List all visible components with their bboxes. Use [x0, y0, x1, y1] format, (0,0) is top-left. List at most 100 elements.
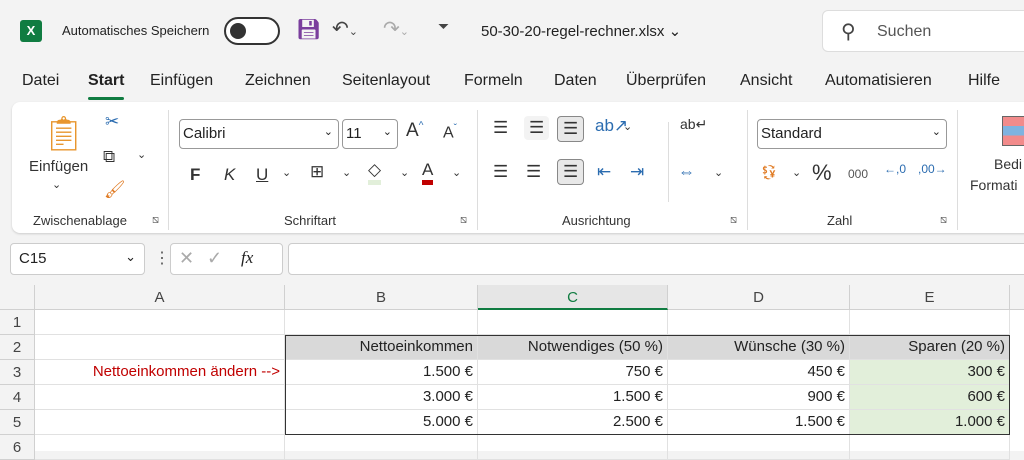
dialog-launcher-icon[interactable]: ⧅ [940, 214, 947, 227]
increase-font-icon[interactable]: A^ [406, 120, 423, 142]
align-bottom-icon[interactable]: ☰ [557, 116, 585, 142]
cell-b4[interactable]: 3.000 € [285, 385, 478, 410]
column-header-c[interactable]: C [478, 285, 668, 310]
enter-icon[interactable]: ✓ [207, 248, 222, 269]
row-header-6[interactable]: 6 [0, 435, 35, 460]
align-top-icon[interactable]: ☰ [493, 118, 508, 138]
paste-chevron-icon[interactable]: ⌄ [52, 178, 61, 191]
undo-icon[interactable]: ↶⌄ [332, 16, 358, 41]
cell-c4[interactable]: 1.500 € [478, 385, 668, 410]
customize-toolbar-icon[interactable]: ⏷ [438, 18, 449, 35]
tab-start[interactable]: Start [88, 72, 125, 100]
search-box[interactable]: ⚲ Suchen [822, 10, 1024, 52]
tab-seitenlayout[interactable]: Seitenlayout [342, 72, 430, 90]
tab-ueberpruefen[interactable]: Überprüfen [626, 72, 706, 90]
autosave-toggle[interactable] [224, 17, 280, 45]
tab-zeichnen[interactable]: Zeichnen [245, 72, 311, 90]
cell-a3[interactable]: Nettoeinkommen ändern --> [35, 360, 285, 385]
dialog-launcher-icon[interactable]: ⧅ [152, 214, 159, 227]
cell-b3[interactable]: 1.500 € [285, 360, 478, 385]
cell-a6[interactable] [35, 435, 285, 460]
borders-icon[interactable]: ⊞ [310, 162, 324, 182]
number-format-select[interactable]: Standard ⌄ [757, 119, 947, 149]
format-painter-icon[interactable]: 🖌︎ [104, 180, 126, 200]
tab-daten[interactable]: Daten [554, 72, 597, 90]
cell-d1[interactable] [668, 310, 850, 335]
fill-chevron-icon[interactable]: ⌄ [400, 166, 409, 179]
cell-a2[interactable] [35, 335, 285, 360]
tab-automatisieren[interactable]: Automatisieren [825, 72, 932, 90]
column-header-d[interactable]: D [668, 285, 850, 310]
conditional-formatting-label-2[interactable]: Formati [970, 177, 1017, 193]
cell-c1[interactable] [478, 310, 668, 335]
cell-e2[interactable]: Sparen (20 %) [850, 335, 1010, 360]
increase-indent-icon[interactable]: ⇥ [630, 162, 644, 182]
name-box[interactable]: C15 ⌄ [10, 243, 145, 275]
borders-chevron-icon[interactable]: ⌄ [342, 166, 351, 179]
redo-icon[interactable]: ↷⌄ [383, 16, 409, 41]
align-right-icon[interactable]: ☰ [557, 159, 585, 185]
increase-decimal-icon[interactable]: ←,0 [884, 162, 906, 176]
cell-a1[interactable] [35, 310, 285, 335]
italic-button[interactable]: K [224, 165, 235, 185]
tab-datei[interactable]: Datei [22, 72, 59, 90]
column-header-a[interactable]: A [35, 285, 285, 310]
tab-einfuegen[interactable]: Einfügen [150, 72, 213, 90]
dialog-launcher-icon[interactable]: ⧅ [730, 214, 737, 227]
decrease-indent-icon[interactable]: ⇤ [597, 162, 611, 182]
decrease-decimal-icon[interactable]: ,00→ [918, 162, 947, 176]
paste-icon[interactable]: 📋︎ [42, 114, 85, 154]
bold-button[interactable]: F [190, 165, 200, 185]
conditional-formatting-icon[interactable] [1002, 116, 1024, 146]
column-header-b[interactable]: B [285, 285, 478, 310]
cell-b2[interactable]: Nettoeinkommen [285, 335, 478, 360]
cell-e5[interactable]: 1.000 € [850, 410, 1010, 435]
row-header-4[interactable]: 4 [0, 385, 35, 410]
cell-c6[interactable] [478, 435, 668, 460]
cell-c5[interactable]: 2.500 € [478, 410, 668, 435]
formula-input[interactable] [288, 243, 1024, 275]
cancel-icon[interactable]: ✕ [179, 248, 194, 269]
cell-c2[interactable]: Notwendiges (50 %) [478, 335, 668, 360]
cell-d3[interactable]: 450 € [668, 360, 850, 385]
merge-chevron-icon[interactable]: ⌄ [714, 166, 723, 179]
cell-d5[interactable]: 1.500 € [668, 410, 850, 435]
row-header-5[interactable]: 5 [0, 410, 35, 435]
cell-d6[interactable] [668, 435, 850, 460]
row-header-2[interactable]: 2 [0, 335, 35, 360]
cell-c3[interactable]: 750 € [478, 360, 668, 385]
cell-e1[interactable] [850, 310, 1010, 335]
cut-icon[interactable]: ✂ [105, 112, 119, 132]
cell-b1[interactable] [285, 310, 478, 335]
tab-ansicht[interactable]: Ansicht [740, 72, 792, 90]
cell-d4[interactable]: 900 € [668, 385, 850, 410]
fill-color-icon[interactable]: ◇ [368, 160, 382, 185]
font-name-select[interactable]: Calibri ⌄ [179, 119, 339, 149]
row-header-3[interactable]: 3 [0, 360, 35, 385]
align-middle-icon[interactable]: ☰ [524, 116, 550, 140]
underline-button[interactable]: U [256, 165, 268, 185]
copy-icon[interactable]: ⧉ [103, 147, 115, 167]
cell-a4[interactable] [35, 385, 285, 410]
column-header-e[interactable]: E [850, 285, 1010, 310]
wrap-text-icon[interactable]: ab↵ [680, 116, 707, 133]
accounting-chevron-icon[interactable]: ⌄ [792, 166, 801, 179]
row-header-1[interactable]: 1 [0, 310, 35, 335]
tab-hilfe[interactable]: Hilfe [968, 72, 1000, 90]
insert-function-button[interactable]: fx [241, 248, 253, 268]
cell-d2[interactable]: Wünsche (30 %) [668, 335, 850, 360]
cell-b6[interactable] [285, 435, 478, 460]
accounting-format-icon[interactable]: 💱︎ [760, 164, 778, 181]
merge-center-icon[interactable]: ⇔ [678, 162, 695, 182]
cell-e6[interactable] [850, 435, 1010, 460]
cell-a5[interactable] [35, 410, 285, 435]
percent-button[interactable]: % [812, 160, 832, 186]
cell-e3[interactable]: 300 € [850, 360, 1010, 385]
cell-e4[interactable]: 600 € [850, 385, 1010, 410]
thousands-button[interactable]: 000 [848, 167, 868, 181]
paste-button[interactable]: Einfügen [29, 158, 88, 175]
align-center-icon[interactable]: ☰ [526, 162, 541, 182]
font-color-chevron-icon[interactable]: ⌄ [452, 166, 461, 179]
column-header-f[interactable] [1010, 285, 1024, 310]
align-left-icon[interactable]: ☰ [493, 162, 508, 182]
